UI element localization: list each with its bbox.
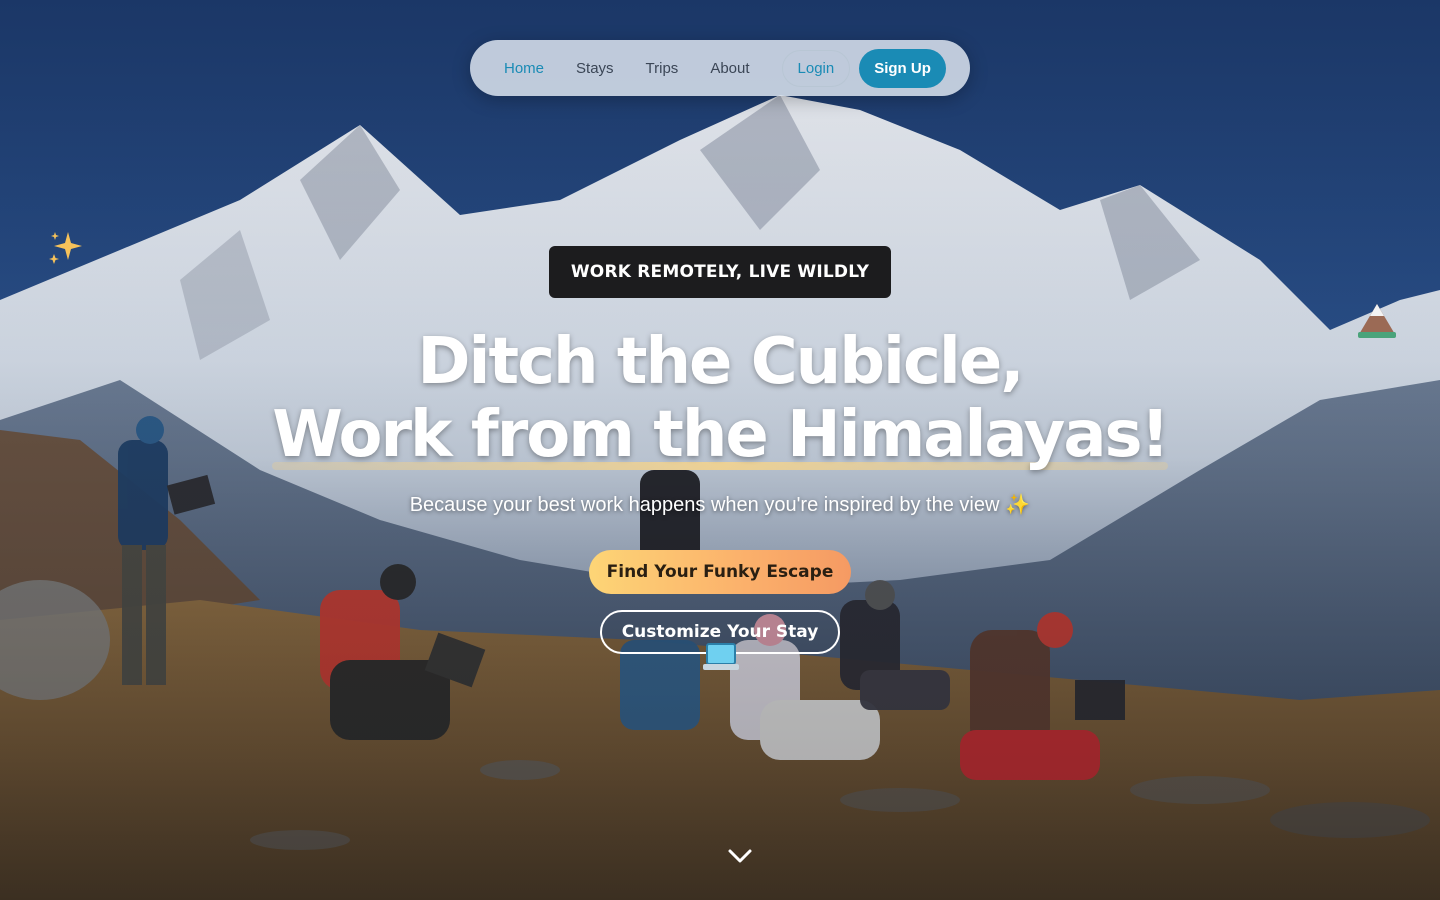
- find-escape-button[interactable]: Find Your Funky Escape: [589, 550, 851, 594]
- sparkle-emoji-icon: ✨: [1005, 494, 1031, 516]
- nav-about-link[interactable]: About: [710, 60, 749, 77]
- headline-highlight: Work from the Himalayas!: [272, 398, 1170, 472]
- hero-subtitle-text: Because your best work happens when you'…: [409, 494, 1000, 516]
- hero-subtitle: Because your best work happens when you'…: [0, 492, 1440, 517]
- hero-badge: WORK REMOTELY, LIVE WILDLY: [549, 246, 891, 298]
- hero-headline-line1: Ditch the Cubicle,: [417, 325, 1024, 399]
- top-navigation: Home Stays Trips About Login Sign Up: [470, 40, 970, 96]
- chevron-down-icon[interactable]: [726, 846, 754, 866]
- nav-stays-link[interactable]: Stays: [576, 60, 614, 77]
- login-button[interactable]: Login: [781, 49, 851, 87]
- laptop-icon: [701, 640, 741, 674]
- hero-headline-line2: Work from the Himalayas!: [0, 398, 1440, 472]
- nav-trips-link[interactable]: Trips: [646, 60, 679, 77]
- signup-button[interactable]: Sign Up: [859, 48, 946, 88]
- hero-headline-line2-text: Work from the Himalayas!: [272, 398, 1170, 472]
- sparkle-icon: [46, 228, 86, 268]
- nav-home-link[interactable]: Home: [504, 60, 544, 77]
